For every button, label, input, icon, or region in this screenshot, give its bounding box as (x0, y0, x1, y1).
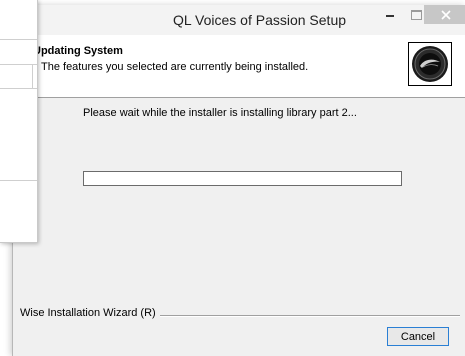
status-message: Please wait while the installer is insta… (83, 107, 357, 119)
close-icon (440, 9, 451, 20)
cancel-button[interactable]: Cancel (387, 327, 449, 346)
minimize-icon (386, 15, 394, 17)
background-divider (0, 88, 37, 89)
setup-window: QL Voices of Passion Setup Updating Syst… (12, 5, 465, 356)
page-subtitle: The features you selected are currently … (41, 61, 309, 73)
product-logo (408, 42, 452, 86)
install-progress-bar (83, 171, 402, 186)
footer-divider (145, 315, 460, 317)
background-divider (0, 180, 37, 181)
background-divider (32, 64, 33, 88)
background-window (0, 0, 38, 243)
page-title: Updating System (33, 45, 123, 57)
product-logo-icon (412, 46, 448, 82)
maximize-icon (410, 10, 422, 20)
installer-brand-label: Wise Installation Wizard (R) (20, 307, 160, 319)
header-banner: Updating System The features you selecte… (13, 35, 465, 98)
title-bar[interactable]: QL Voices of Passion Setup (13, 5, 465, 35)
minimize-button[interactable] (377, 5, 403, 25)
background-divider (0, 39, 37, 40)
close-button[interactable] (424, 5, 465, 24)
